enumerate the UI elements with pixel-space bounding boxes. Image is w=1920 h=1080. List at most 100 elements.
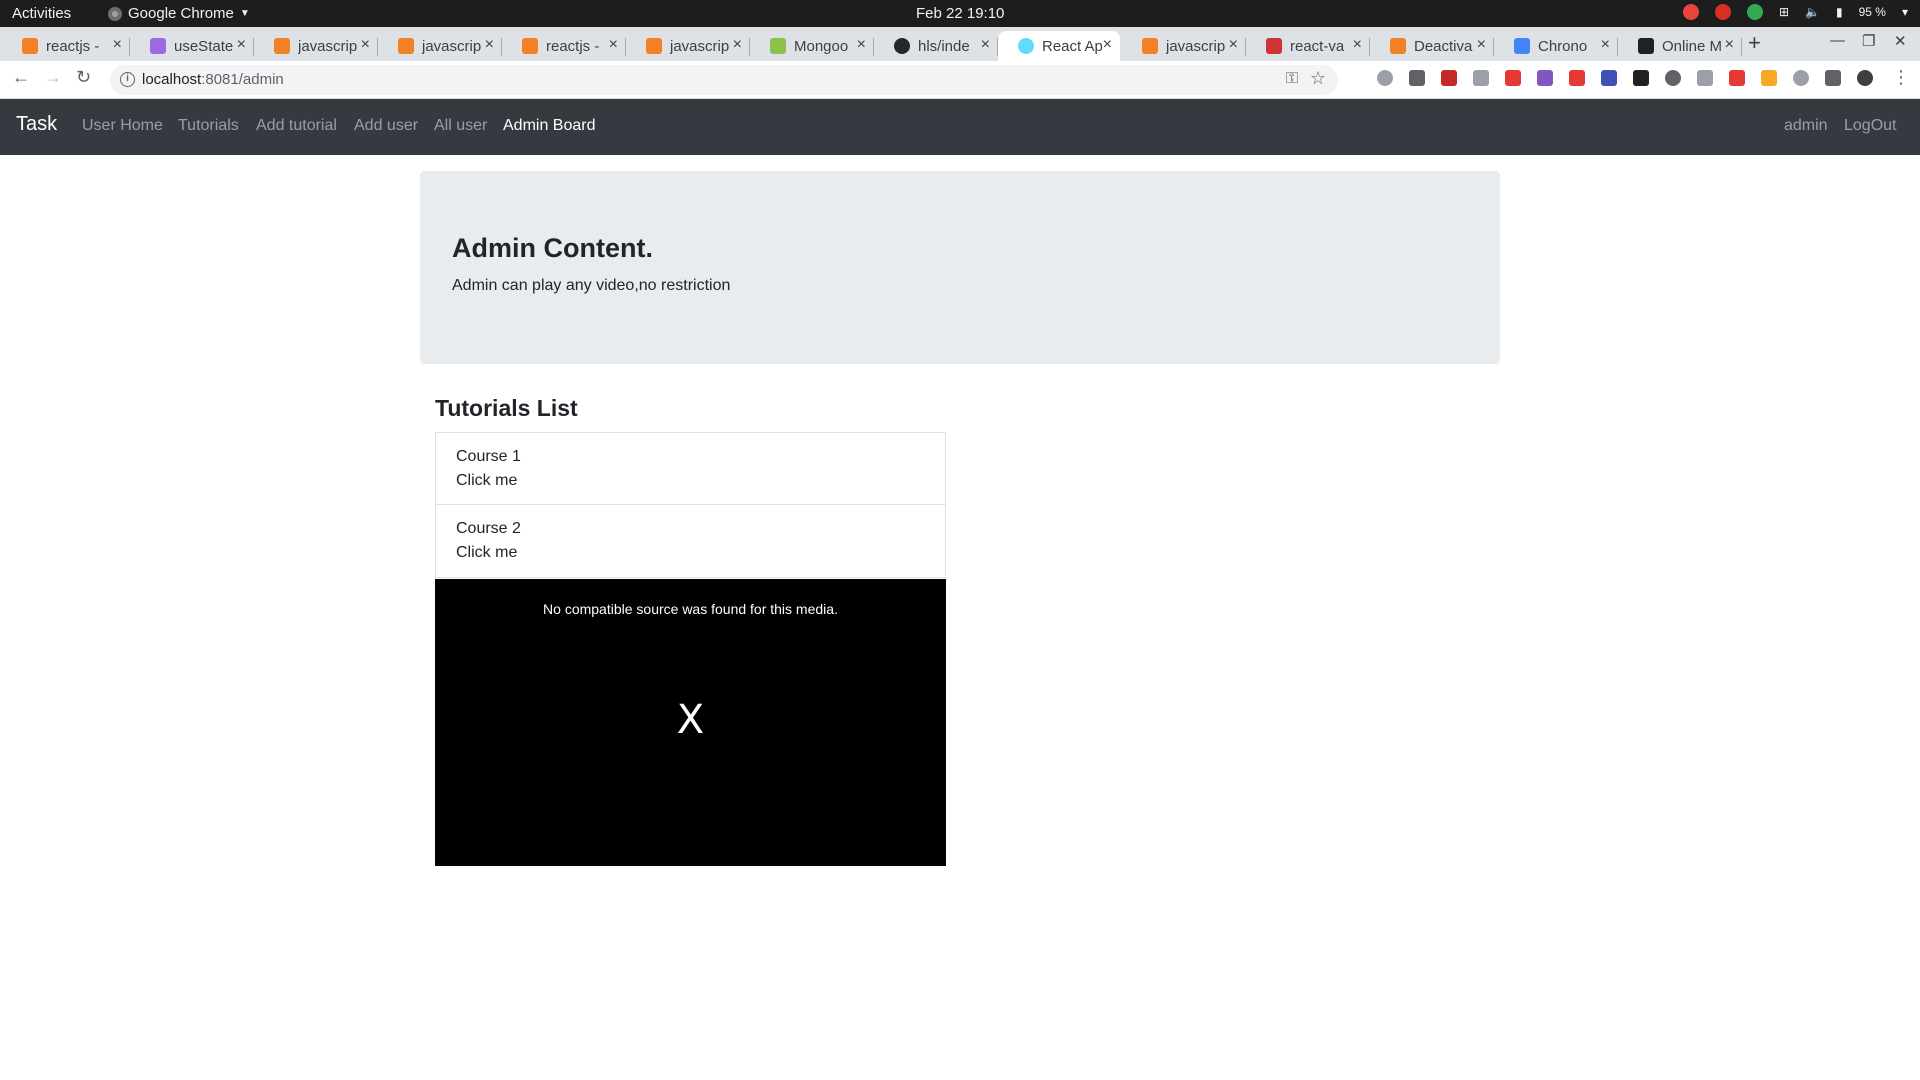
new-tab-icon[interactable]: + xyxy=(1748,30,1761,56)
extension-icon[interactable] xyxy=(1793,70,1809,86)
close-icon[interactable]: × xyxy=(857,36,866,54)
browser-tab[interactable]: react-va × xyxy=(1246,31,1370,61)
reload-icon[interactable]: ↻ xyxy=(76,67,91,88)
tab-strip: reactjs - × useState × javascrip × javas… xyxy=(0,27,1920,61)
close-icon[interactable]: × xyxy=(981,36,990,54)
close-icon[interactable]: × xyxy=(113,36,122,54)
mongoose-icon xyxy=(770,38,786,54)
browser-tab[interactable]: Deactiva × xyxy=(1370,31,1494,61)
close-icon[interactable]: × xyxy=(485,36,494,54)
list-item[interactable]: Course 2 Click me xyxy=(435,505,946,578)
tab-title: useState xyxy=(174,37,234,55)
tab-title: Online M xyxy=(1662,37,1723,55)
app-icon xyxy=(1638,38,1654,54)
browser-tab[interactable]: reactjs - × xyxy=(2,31,130,61)
browser-tab[interactable]: Online M × xyxy=(1618,31,1742,61)
info-icon[interactable]: i xyxy=(120,72,135,87)
tab-title: javascrip xyxy=(298,37,358,55)
forward-icon[interactable]: → xyxy=(44,67,62,88)
key-icon[interactable]: ⚿ xyxy=(1286,70,1298,88)
browser-tab[interactable]: useState × xyxy=(130,31,254,61)
system-tray[interactable]: ⊞ 🔈 ▮ 95 % ▾ xyxy=(1682,4,1908,20)
close-icon[interactable]: × xyxy=(237,36,246,54)
more-icon[interactable]: ⋮ xyxy=(1892,67,1910,88)
youtube-icon[interactable] xyxy=(1569,70,1585,86)
restore-icon[interactable]: ❐ xyxy=(1862,32,1875,50)
extension-icon[interactable] xyxy=(1665,70,1681,86)
admin-jumbotron: Admin Content. Admin can play any video,… xyxy=(420,171,1500,364)
browser-tab[interactable]: hls/inde × xyxy=(874,31,998,61)
extension-icon[interactable] xyxy=(1601,70,1617,86)
logout-link[interactable]: LogOut xyxy=(1844,117,1896,135)
nav-link-add-user[interactable]: Add user xyxy=(354,117,418,135)
page-description: Admin can play any video,no restriction xyxy=(452,277,731,294)
back-icon[interactable]: ← xyxy=(12,67,30,88)
extension-icon[interactable] xyxy=(1537,70,1553,86)
stackoverflow-icon xyxy=(398,38,414,54)
do-not-disturb-icon[interactable] xyxy=(1714,4,1731,20)
camera-icon[interactable] xyxy=(1697,70,1713,86)
course-action[interactable]: Click me xyxy=(456,541,925,565)
extension-icon[interactable] xyxy=(1473,70,1489,86)
close-icon[interactable]: × xyxy=(1229,36,1238,54)
github-icon xyxy=(894,38,910,54)
browser-tab[interactable]: reactjs - × xyxy=(502,31,626,61)
tab-title: hls/inde xyxy=(918,37,970,55)
nav-link-user-home[interactable]: User Home xyxy=(82,117,163,135)
browser-tab[interactable]: javascrip × xyxy=(626,31,750,61)
avatar[interactable] xyxy=(1857,70,1873,86)
tab-title: reactjs - xyxy=(46,37,100,55)
browser-tab[interactable]: javascrip × xyxy=(1122,31,1246,61)
close-icon[interactable]: × xyxy=(1103,36,1112,54)
close-icon[interactable]: × xyxy=(733,36,742,54)
brand-link[interactable]: Task xyxy=(16,113,57,136)
minimize-icon[interactable]: — xyxy=(1830,32,1845,49)
network-icon[interactable]: ⊞ xyxy=(1779,5,1789,19)
close-icon[interactable]: × xyxy=(609,36,618,54)
tab-title: reactjs - xyxy=(546,37,600,55)
extension-icon[interactable] xyxy=(1409,70,1425,86)
url-text[interactable]: localhost:8081/admin xyxy=(142,71,284,88)
browser-tab[interactable]: javascrip × xyxy=(254,31,378,61)
tab-title: Deactiva xyxy=(1414,37,1473,55)
close-icon[interactable]: × xyxy=(1601,36,1610,54)
app-menu[interactable]: Google Chrome ▼ xyxy=(108,5,250,22)
player-error-close[interactable]: X xyxy=(435,697,946,743)
battery-icon: ▮ xyxy=(1836,5,1843,19)
browser-tab[interactable]: javascrip × xyxy=(378,31,502,61)
stackoverflow-icon xyxy=(22,38,38,54)
nav-link-admin-board[interactable]: Admin Board xyxy=(503,117,596,135)
volume-icon[interactable]: 🔈 xyxy=(1805,5,1820,19)
chrome-tray-icon[interactable] xyxy=(1682,4,1699,20)
ublock-icon[interactable] xyxy=(1441,70,1457,86)
browser-tab[interactable]: Chrono × xyxy=(1494,31,1618,61)
nav-link-add-tutorial[interactable]: Add tutorial xyxy=(256,117,337,135)
close-icon[interactable]: × xyxy=(1477,36,1486,54)
puzzle-icon[interactable] xyxy=(1825,70,1841,86)
nav-link-tutorials[interactable]: Tutorials xyxy=(178,117,239,135)
clock[interactable]: Feb 22 19:10 xyxy=(916,5,1004,22)
browser-tab[interactable]: Mongoo × xyxy=(750,31,874,61)
nav-link-all-user[interactable]: All user xyxy=(434,117,487,135)
close-icon[interactable]: × xyxy=(1725,36,1734,54)
extension-icon[interactable] xyxy=(1633,70,1649,86)
browser-tab-active[interactable]: React Ap × xyxy=(998,31,1120,61)
chevron-down-icon[interactable]: ▾ xyxy=(1902,5,1908,19)
stackoverflow-icon xyxy=(274,38,290,54)
extension-icon[interactable] xyxy=(1761,70,1777,86)
extension-icon[interactable] xyxy=(1729,70,1745,86)
close-icon[interactable]: × xyxy=(1353,36,1362,54)
list-item[interactable]: Course 1 Click me xyxy=(435,432,946,505)
nav-link-username[interactable]: admin xyxy=(1784,117,1828,135)
close-window-icon[interactable]: ✕ xyxy=(1894,32,1907,50)
activities-button[interactable]: Activities xyxy=(12,5,71,22)
extension-icon[interactable] xyxy=(1505,70,1521,86)
address-bar[interactable]: i localhost:8081/admin ⚿ ☆ xyxy=(110,65,1338,95)
course-action[interactable]: Click me xyxy=(456,469,925,493)
video-player[interactable]: No compatible source was found for this … xyxy=(435,579,946,866)
close-icon[interactable]: × xyxy=(361,36,370,54)
star-icon[interactable]: ☆ xyxy=(1310,68,1326,89)
player-error-message: No compatible source was found for this … xyxy=(543,601,838,617)
shield-tray-icon[interactable] xyxy=(1746,4,1763,20)
extension-icon[interactable] xyxy=(1377,70,1393,86)
